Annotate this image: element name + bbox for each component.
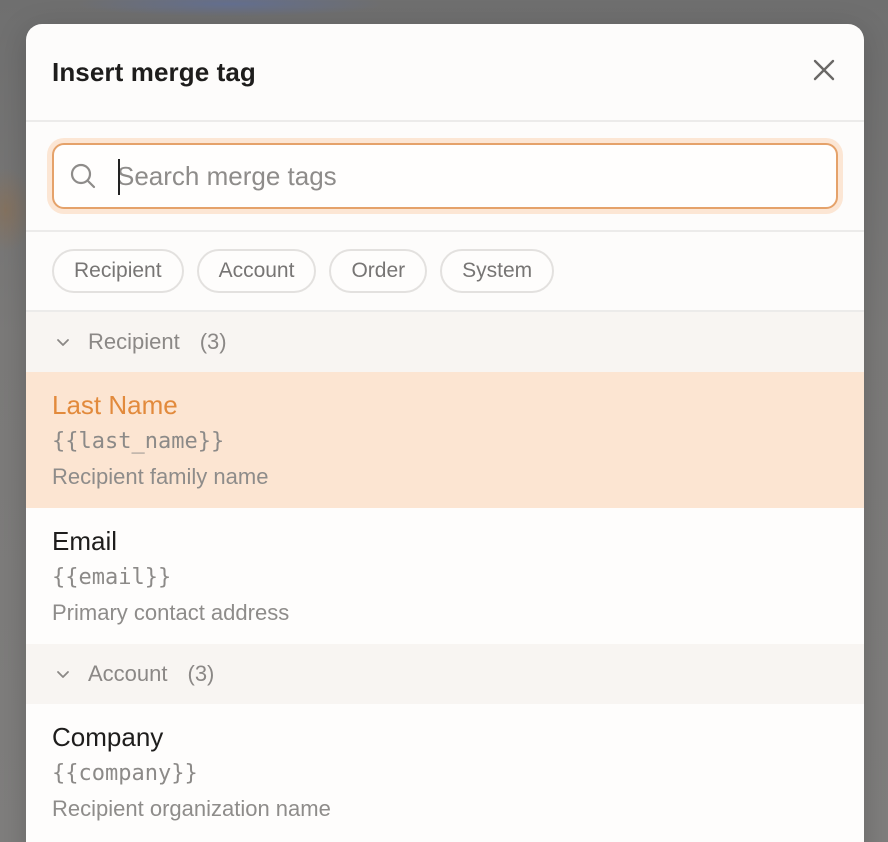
chevron-down-icon (52, 663, 74, 685)
modal-title: Insert merge tag (52, 56, 256, 87)
close-button[interactable] (804, 52, 844, 92)
merge-tag-item-company[interactable]: Company {{company}} Recipient organizati… (26, 704, 864, 840)
chevron-down-icon (52, 331, 74, 353)
group-count: (3) (187, 661, 215, 686)
merge-tag-item-last-name[interactable]: Last Name {{last_name}} Recipient family… (26, 372, 864, 508)
filter-chip-order[interactable]: Order (329, 249, 428, 293)
text-cursor (118, 159, 120, 195)
merge-tag-item-email[interactable]: Email {{email}} Primary contact address (26, 508, 864, 644)
tag-description: Primary contact address (52, 600, 290, 625)
search-input[interactable] (97, 144, 836, 208)
merge-tag-modal: Insert merge tag Recipient Account Order (26, 24, 864, 842)
tag-name: Email (52, 526, 118, 556)
filter-chip-account[interactable]: Account (196, 249, 317, 293)
group-name: Account (88, 661, 168, 686)
modal-header: Insert merge tag (26, 24, 864, 122)
merge-tag-list: Recipient (3) Last Name {{last_name}} Re… (26, 312, 864, 840)
search-icon (69, 162, 97, 190)
filter-chips: Recipient Account Order System (26, 232, 864, 312)
search-field[interactable] (52, 143, 838, 209)
group-header-account[interactable]: Account (3) (26, 644, 864, 704)
filter-chip-system[interactable]: System (440, 249, 555, 293)
tag-description: Recipient organization name (52, 796, 331, 821)
group-name: Recipient (88, 329, 180, 354)
tag-name: Last Name (52, 390, 178, 420)
tag-code: {{last_name}} (52, 429, 225, 454)
group-header-recipient[interactable]: Recipient (3) (26, 312, 864, 372)
close-icon (813, 59, 835, 86)
tag-description: Recipient family name (52, 464, 269, 489)
tag-name: Company (52, 722, 164, 752)
group-count: (3) (199, 329, 227, 354)
tag-code: {{email}} (52, 565, 172, 590)
tag-code: {{company}} (52, 761, 198, 786)
search-section (26, 122, 864, 232)
filter-chip-recipient[interactable]: Recipient (52, 249, 184, 293)
